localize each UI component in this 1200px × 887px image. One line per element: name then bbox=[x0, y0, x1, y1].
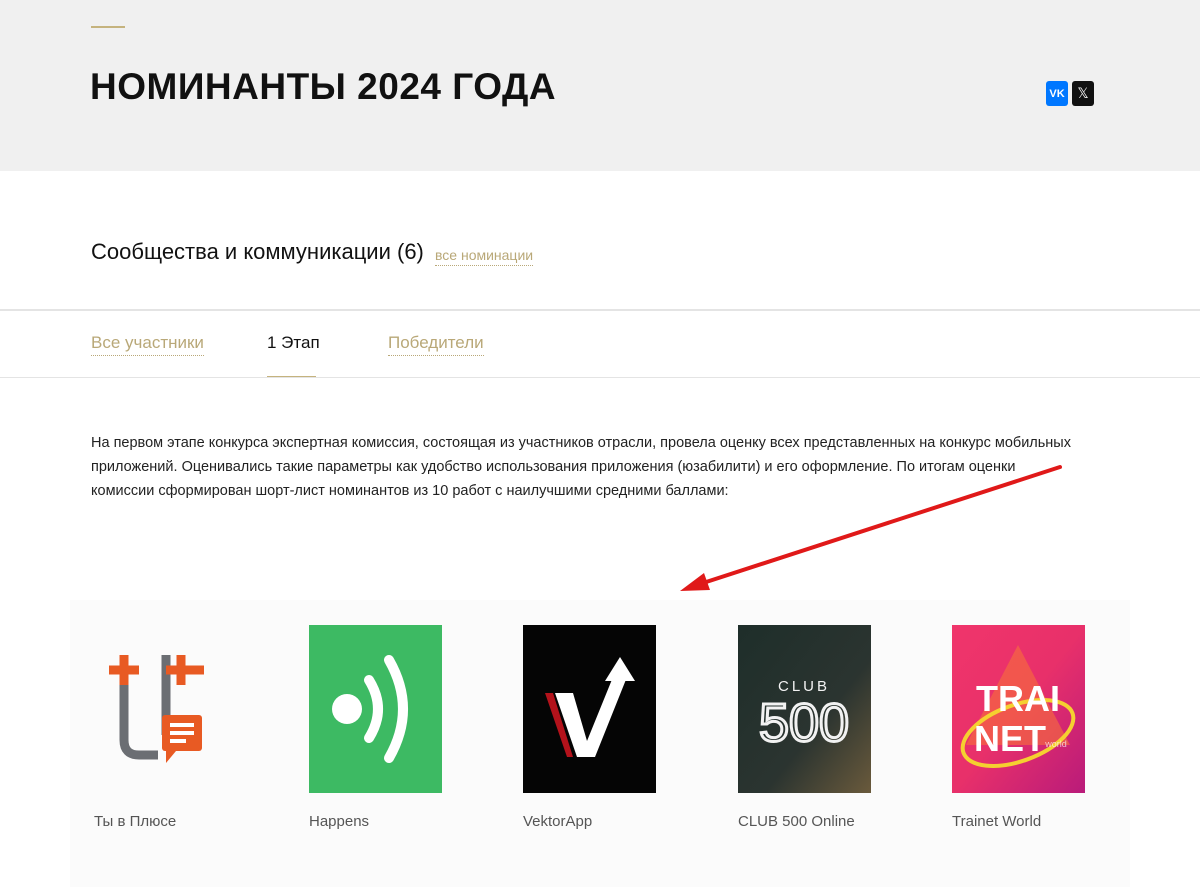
club500-logo-main: 500 bbox=[759, 693, 849, 753]
tab-all-participants[interactable]: Все участники bbox=[91, 333, 204, 356]
trainet-logo: TRAI NET world bbox=[952, 625, 1085, 793]
nominee-name: Happens bbox=[309, 813, 370, 830]
nominee-name: CLUB 500 Online bbox=[738, 813, 855, 830]
nominee-name: VektorApp bbox=[523, 813, 593, 830]
tab-winners[interactable]: Победители bbox=[388, 333, 484, 356]
page-header: НОМИНАНТЫ 2024 ГОДА VK 𝕏 bbox=[0, 0, 1200, 171]
trainet-logo-top: TRAI bbox=[976, 678, 1060, 719]
nominee-name: Trainet World bbox=[952, 813, 1042, 830]
category-title: Сообщества и коммуникации (6) bbox=[91, 239, 424, 264]
stage-description: На первом этапе конкурса экспертная коми… bbox=[91, 435, 1071, 499]
header-accent-line bbox=[91, 26, 125, 28]
nominee-name: Ты в Плюсе bbox=[94, 813, 177, 830]
trainet-logo-small: world bbox=[1044, 739, 1067, 749]
x-icon[interactable]: 𝕏 bbox=[1072, 81, 1094, 106]
trainet-logo-bottom: NET bbox=[974, 718, 1046, 759]
happens-logo bbox=[309, 625, 442, 793]
nominee-card[interactable]: Happens bbox=[309, 625, 442, 830]
vk-icon[interactable]: VK bbox=[1046, 81, 1068, 106]
nominee-card[interactable]: Ты в Плюсе bbox=[94, 625, 227, 830]
tabs-divider-bottom bbox=[0, 377, 1200, 378]
vektorapp-logo bbox=[523, 625, 656, 793]
all-nominations-link[interactable]: все номинации bbox=[435, 247, 534, 266]
social-share: VK 𝕏 bbox=[1046, 81, 1094, 106]
club500-logo: CLUB 500 bbox=[738, 625, 871, 793]
tab-stage-1[interactable]: 1 Этап bbox=[267, 333, 320, 353]
tabs-divider-top bbox=[0, 309, 1200, 311]
nominee-card[interactable]: TRAI NET world Trainet World bbox=[952, 625, 1085, 830]
nominee-card[interactable]: VektorApp bbox=[523, 625, 656, 830]
ty-v-pluse-logo bbox=[94, 625, 227, 793]
page-title: НОМИНАНТЫ 2024 ГОДА bbox=[90, 66, 557, 107]
nominee-card[interactable]: CLUB 500 CLUB 500 Online bbox=[738, 625, 871, 830]
